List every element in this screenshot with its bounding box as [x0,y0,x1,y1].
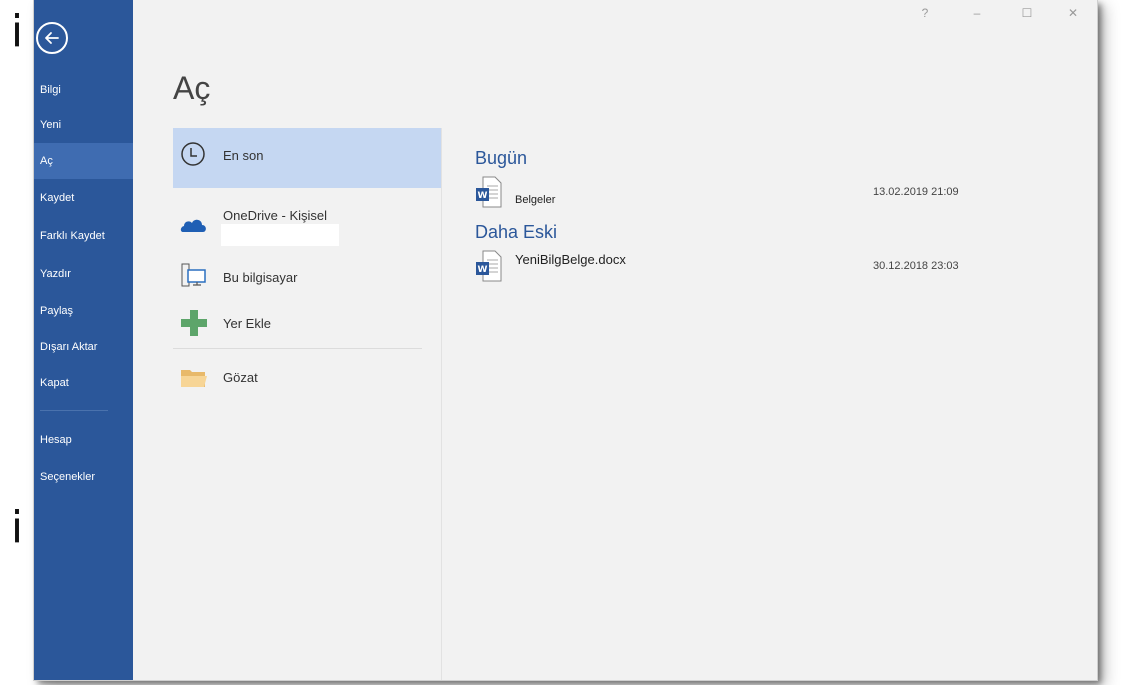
svg-text:W: W [478,265,488,275]
svg-text:W: W [478,191,488,201]
recent-file-row[interactable]: W YeniBilgBelge.docx 30.12.2018 23:03 [475,250,1035,286]
help-button[interactable]: ? [915,4,935,22]
word-backstage-window: Bilgi Yeni Aç Kaydet Farklı Kaydet Yazdı… [34,0,1097,680]
place-label-browse: Gözat [223,370,258,385]
column-divider [441,128,442,680]
place-add-place[interactable]: Yer Ekle [173,304,441,364]
recent-file-date: 30.12.2018 23:03 [873,260,959,272]
background-letter-bottom: i [10,502,24,553]
background-letter-top: i [10,6,24,57]
nav-item-disari-aktar[interactable]: Dışarı Aktar [34,329,133,365]
nav-item-yeni[interactable]: Yeni [34,107,133,143]
maximize-button[interactable]: ☐ [1017,4,1037,22]
close-button[interactable]: ✕ [1063,4,1083,22]
backstage-sidebar: Bilgi Yeni Aç Kaydet Farklı Kaydet Yazdı… [34,0,133,680]
clock-icon [181,142,205,166]
place-label-this-pc: Bu bilgisayar [223,270,298,285]
nav-item-kapat[interactable]: Kapat [34,365,133,401]
nav-item-farkli-kaydet[interactable]: Farklı Kaydet [34,218,133,254]
place-recent[interactable]: En son [173,128,441,188]
minimize-button[interactable]: – [967,4,987,22]
folder-icon [181,370,207,387]
nav-item-bilgi[interactable]: Bilgi [34,72,133,108]
page-title: Aç [173,70,211,106]
place-label-recent: En son [223,148,264,163]
nav-item-yazdir[interactable]: Yazdır [34,256,133,292]
recent-file-name: YeniBilgBelge.docx [515,252,626,267]
place-label-add-place: Yer Ekle [223,316,271,331]
nav-item-paylas[interactable]: Paylaş [34,293,133,329]
nav-item-hesap[interactable]: Hesap [34,422,133,458]
back-arrow-icon [45,32,59,44]
nav-item-secenekler[interactable]: Seçenekler [34,459,133,495]
recent-file-name: Belgeler [515,194,556,206]
place-label-onedrive: OneDrive - Kişisel [223,208,328,223]
places-separator [173,348,422,349]
title-bar-controls: ? – ☐ ✕ [897,0,1097,26]
group-heading-older: Daha Eski [475,222,558,242]
word-document-icon: W [476,250,502,282]
back-button[interactable] [36,22,68,54]
place-browse[interactable]: Gözat [173,356,441,416]
cloud-icon [180,219,206,232]
nav-item-kaydet[interactable]: Kaydet [34,180,133,216]
recent-file-row[interactable]: W Belgeler 13.02.2019 21:09 [475,176,1035,212]
plus-icon [181,310,207,336]
word-document-icon: W [476,176,502,208]
nav-item-ac[interactable]: Aç [34,143,133,179]
computer-icon [181,263,206,287]
group-heading-today: Bugün [475,148,528,168]
sidebar-separator [40,410,108,411]
onedrive-account-redacted [221,224,339,246]
recent-file-date: 13.02.2019 21:09 [873,186,959,198]
